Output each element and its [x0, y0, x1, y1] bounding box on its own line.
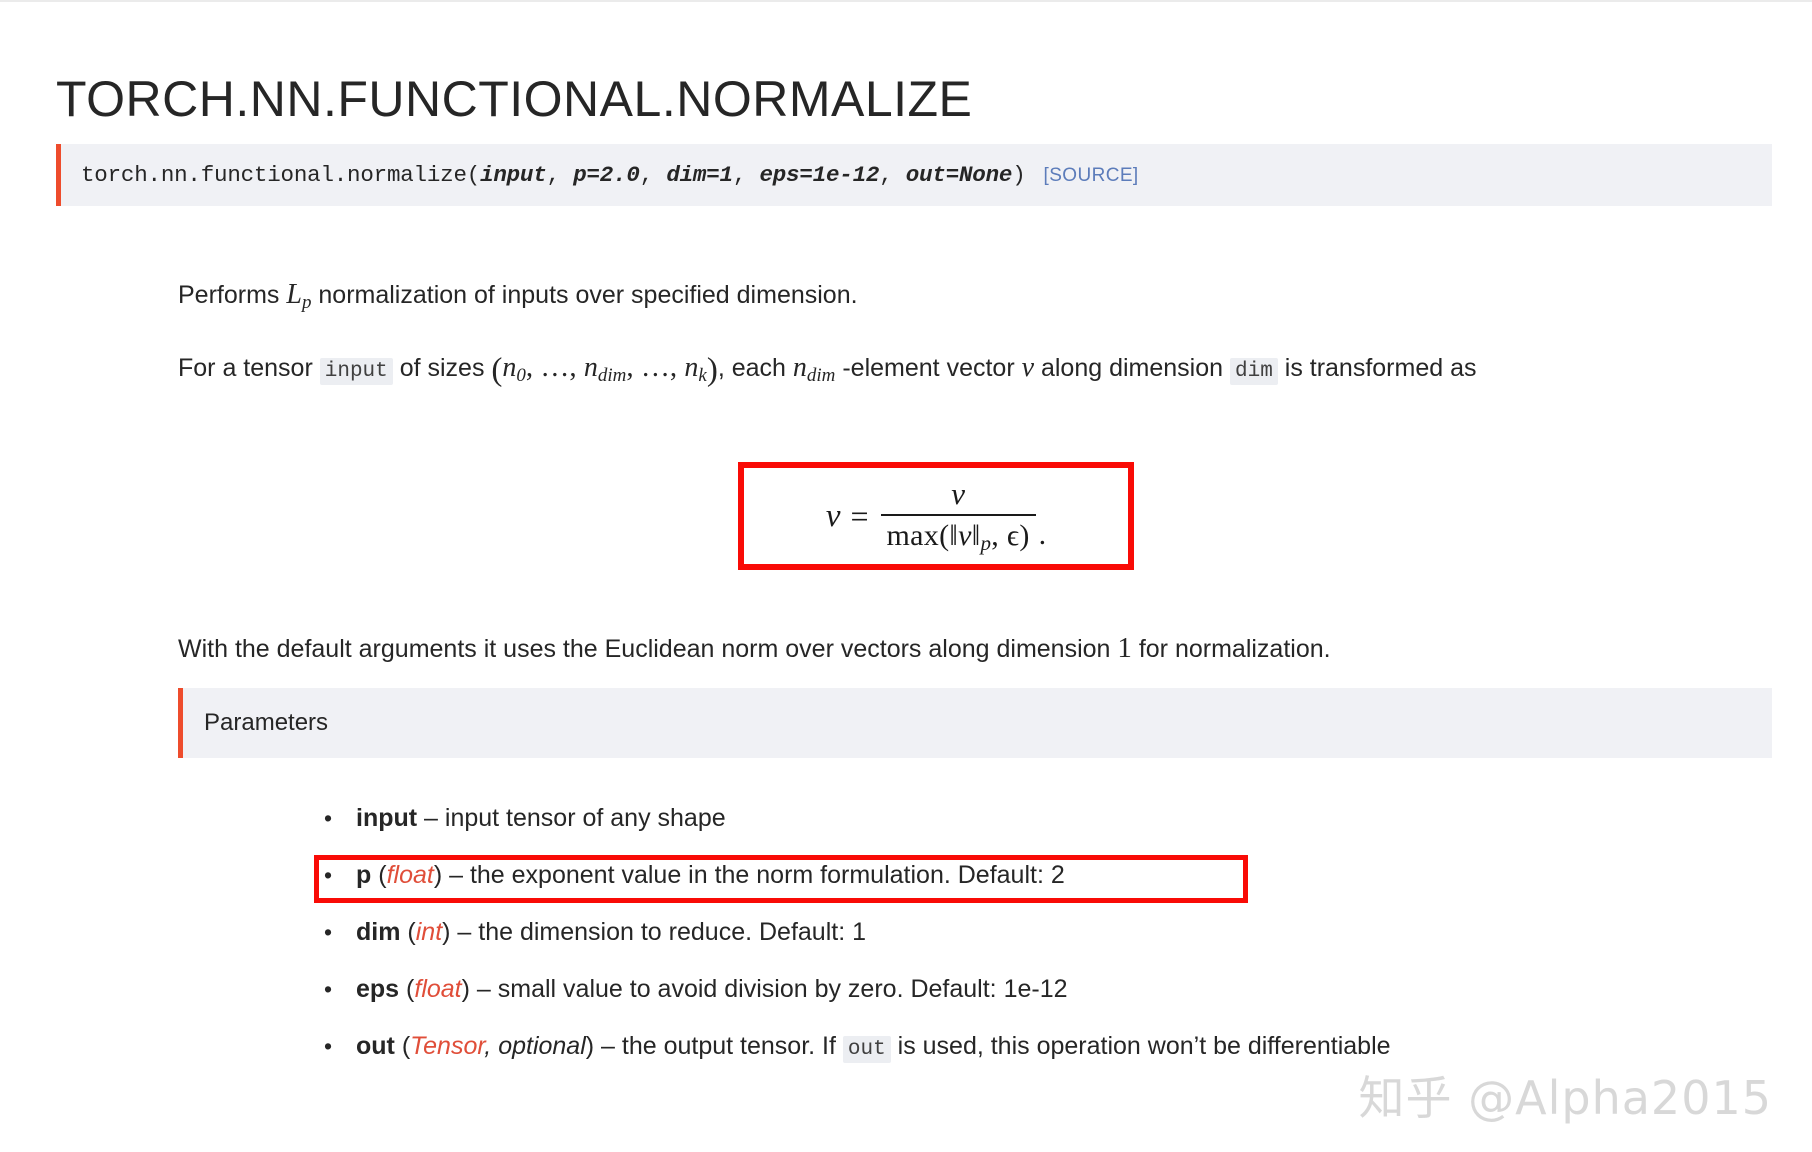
signature-sep-3: , [732, 162, 760, 188]
parameters-section-header: Parameters [178, 688, 1772, 758]
param-desc-input: – input tensor of any shape [417, 804, 726, 832]
param-paren-open-p: ( [371, 861, 387, 889]
param-paren-close-out: ) [585, 1032, 595, 1060]
formula-fraction: v max(‖v‖p, ϵ) [880, 476, 1036, 556]
formula-highlight-box: v = v max(‖v‖p, ϵ) . [738, 462, 1134, 570]
para2-t4: -element vector [835, 354, 1022, 382]
math-nk: n [684, 352, 699, 383]
denominator-v: v [958, 519, 972, 552]
param-paren-close-p: ) [433, 861, 443, 889]
list-item: eps (float) – small value to avoid divis… [320, 961, 1760, 1018]
param-paren-close-eps: ) [461, 975, 470, 1003]
param-type-eps: float [414, 975, 462, 1003]
math-ndim-2: n [792, 352, 807, 383]
sizes-close-paren: ) [706, 352, 718, 388]
math-nk-sub: k [698, 365, 707, 386]
inline-code-dim: dim [1230, 358, 1278, 385]
param-desc-out-after: is used, this operation won’t be differe… [890, 1032, 1391, 1060]
signature-sep-4: , [879, 162, 906, 188]
description-paragraph-3: With the default arguments it uses the E… [178, 624, 1758, 674]
signature-sep-2: , [639, 162, 667, 188]
watermark: 知乎 @Alpha2015 [1358, 1071, 1772, 1125]
function-signature: torch.nn.functional.normalize(input, p=2… [61, 162, 1139, 188]
param-name-p: p [356, 861, 372, 889]
param-name-dim: dim [356, 918, 401, 946]
para2-t6: is transformed as [1277, 354, 1477, 382]
para3-t2: for normalization. [1131, 635, 1331, 663]
math-ndim: n [583, 352, 598, 383]
math-ndim-sub: dim [597, 365, 627, 386]
para2-t5: along dimension [1034, 354, 1230, 382]
para2-ellipsis-1: , …, [525, 351, 584, 383]
param-type-dim: int [415, 918, 443, 946]
function-signature-block: torch.nn.functional.normalize(input, p=2… [56, 144, 1772, 206]
page-title: TORCH.NN.FUNCTIONAL.NORMALIZE [56, 70, 973, 127]
description-paragraph-2: For a tensor input of sizes (n0, …, ndim… [178, 343, 1758, 400]
signature-prefix: torch.nn.functional.normalize( [81, 162, 481, 188]
formula-numerator: v [951, 476, 965, 511]
param-desc-p: – the exponent value in the norm formula… [442, 861, 1065, 889]
signature-arg-p: p=2.0 [573, 162, 640, 188]
source-link[interactable]: [SOURCE] [1044, 165, 1139, 186]
list-item: input – input tensor of any shape [320, 790, 1760, 847]
para1-math-L: L [286, 279, 302, 310]
math-ndim-2-sub: dim [806, 365, 836, 386]
param-paren-open-eps: ( [399, 975, 415, 1003]
formula-period: . [1038, 518, 1047, 551]
param-name-input: input [356, 804, 418, 832]
para2-ellipsis-2: , …, [626, 351, 685, 383]
sizes-open-paren: ( [491, 352, 503, 388]
denominator-sub-p: p [980, 531, 992, 555]
list-item: dim (int) – the dimension to reduce. Def… [320, 904, 1760, 961]
para3-dimension-number: 1 [1117, 632, 1132, 664]
normalization-formula: v = v max(‖v‖p, ϵ) . [826, 476, 1046, 556]
denominator-suffix: , ϵ) [991, 519, 1030, 552]
signature-arg-eps: eps=1e-12 [759, 162, 880, 188]
signature-sep-1: , [546, 162, 574, 188]
param-name-out: out [356, 1032, 395, 1060]
para2-t3: , each [717, 354, 793, 382]
math-n0-sub: 0 [516, 365, 526, 386]
inline-code-out: out [842, 1036, 891, 1063]
inline-code-input: input [319, 358, 393, 385]
para1-before: Performs [178, 281, 287, 309]
formula-equals: = [850, 497, 869, 534]
param-type-extra-out: , optional [484, 1032, 586, 1060]
top-divider [0, 0, 1812, 2]
param-paren-open-out: ( [394, 1032, 411, 1060]
param-paren-open-dim: ( [400, 918, 416, 946]
param-desc-out-before: – the output tensor. If [594, 1032, 843, 1060]
para2-t1: For a tensor [178, 354, 320, 382]
documentation-page: TORCH.NN.FUNCTIONAL.NORMALIZE torch.nn.f… [0, 0, 1812, 1152]
param-type-out: Tensor [410, 1032, 485, 1060]
para3-t1: With the default arguments it uses the E… [178, 635, 1118, 663]
signature-arg-out: out=None [905, 162, 1013, 188]
param-desc-dim: – the dimension to reduce. Default: 1 [450, 918, 866, 946]
math-v: v [1021, 352, 1035, 383]
param-name-eps: eps [356, 975, 400, 1003]
para2-t2: of sizes [392, 354, 492, 382]
para1-math-sub-p: p [301, 292, 312, 313]
signature-arg-dim: dim=1 [666, 162, 733, 188]
parameters-list: input – input tensor of any shape p (flo… [320, 790, 1760, 1078]
signature-arg-input: input [480, 162, 547, 188]
para1-after: normalization of inputs over specified d… [311, 281, 858, 309]
list-item: p (float) – the exponent value in the no… [320, 847, 1760, 904]
param-desc-eps: – small value to avoid division by zero.… [469, 975, 1068, 1003]
signature-suffix: ) [1012, 162, 1026, 188]
description-paragraph-1: Performs Lp normalization of inputs over… [178, 270, 1758, 327]
parameters-label: Parameters [204, 709, 329, 736]
denominator-prefix: max(‖ [886, 519, 959, 552]
math-n0: n [502, 352, 517, 383]
param-type-p: float [386, 861, 434, 889]
formula-lhs: v [825, 497, 841, 534]
formula-denominator: max(‖v‖p, ϵ) [881, 516, 1036, 556]
